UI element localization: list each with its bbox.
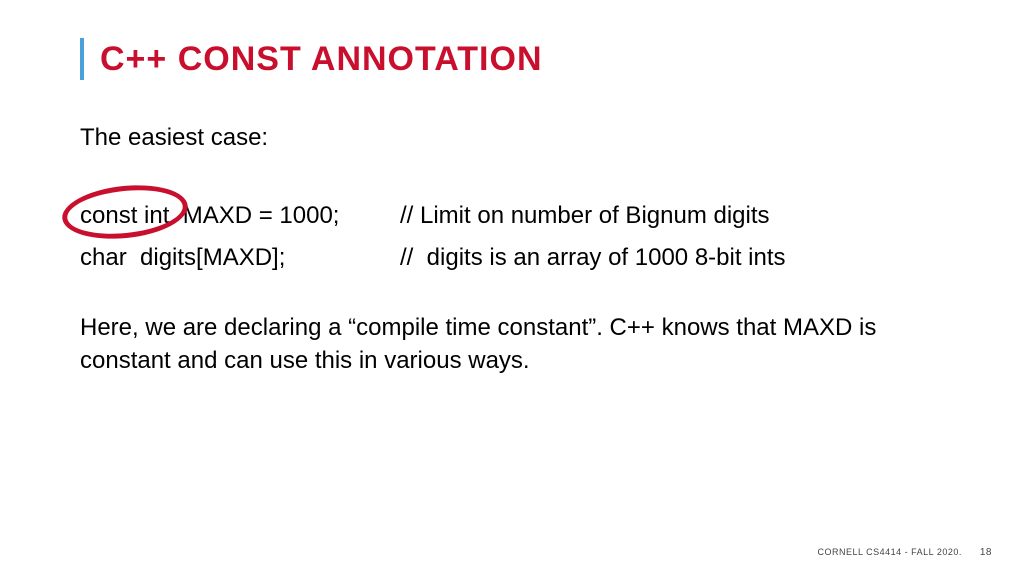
footer-course: CORNELL CS4414 - FALL 2020. [817, 547, 961, 557]
explanation-text: Here, we are declaring a “compile time c… [80, 312, 944, 377]
code-text: const int MAXD = 1000; [80, 202, 400, 230]
code-comment: // digits is an array of 1000 8-bit ints [400, 244, 786, 272]
slide: C++ CONST ANNOTATION The easiest case: c… [0, 0, 1024, 576]
footer-page-number: 18 [980, 547, 992, 558]
code-comment: // Limit on number of Bignum digits [400, 202, 770, 230]
code-line-2: char digits[MAXD]; // digits is an array… [80, 244, 944, 272]
title-accent-bar [80, 38, 84, 80]
intro-text: The easiest case: [80, 122, 944, 154]
code-line-1: const int MAXD = 1000; // Limit on numbe… [80, 202, 944, 230]
title-row: C++ CONST ANNOTATION [80, 38, 944, 80]
slide-footer: CORNELL CS4414 - FALL 2020. 18 [817, 547, 992, 558]
code-block: const int MAXD = 1000; // Limit on numbe… [80, 202, 944, 272]
code-text: char digits[MAXD]; [80, 244, 400, 272]
slide-title: C++ CONST ANNOTATION [100, 40, 543, 79]
